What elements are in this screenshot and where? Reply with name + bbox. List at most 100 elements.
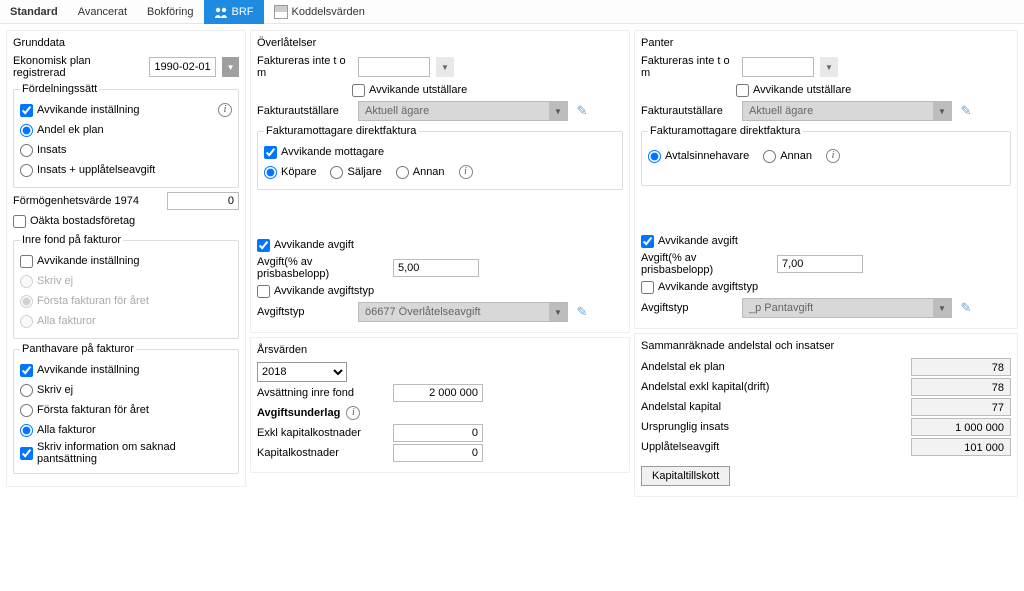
panth-saknad-label: Skriv information om saknad pantsättning bbox=[37, 441, 232, 465]
panth-skrivej-radio[interactable]: Skriv ej bbox=[20, 384, 73, 397]
panter-avgtyp-value: _p Pantavgift bbox=[743, 302, 933, 314]
overlat-avvikmott-check[interactable]: Avvikande mottagare bbox=[264, 146, 384, 159]
samman-title: Sammanräknade andelstal och insatser bbox=[641, 338, 1011, 356]
edit-icon[interactable] bbox=[958, 103, 974, 119]
overlat-avgtyp-combo: ö6677 Överlåtelseavgift ▼ bbox=[358, 302, 568, 322]
overlat-saljare-radio[interactable]: Säljare bbox=[330, 166, 381, 179]
tab-standard[interactable]: Standard bbox=[0, 0, 68, 24]
overlat-annan-radio[interactable]: Annan bbox=[396, 166, 445, 179]
panter-avviktyp-label: Avvikande avgiftstyp bbox=[658, 281, 758, 293]
panter-avtals-radio[interactable]: Avtalsinnehavare bbox=[648, 150, 749, 163]
edit-icon[interactable] bbox=[574, 304, 590, 320]
overlat-avgtyp-label: Avgiftstyp bbox=[257, 306, 352, 318]
inrefond-skrivej-label: Skriv ej bbox=[37, 275, 73, 287]
info-icon[interactable] bbox=[346, 406, 360, 420]
fordel-insatsuppl-label: Insats + upplåtelseavgift bbox=[37, 164, 155, 176]
overlat-avviktyp-check[interactable]: Avvikande avgiftstyp bbox=[257, 285, 374, 298]
panter-faktinte-date[interactable] bbox=[742, 57, 814, 77]
fordel-insats-radio[interactable]: Insats bbox=[20, 144, 66, 157]
panter-avviktyp-check[interactable]: Avvikande avgiftstyp bbox=[641, 281, 758, 294]
arsv-underlag-label: Avgiftsunderlag bbox=[257, 407, 340, 419]
samman-uppl-value: 101 000 bbox=[911, 438, 1011, 456]
arsv-exklkap-input[interactable] bbox=[393, 424, 483, 442]
plan-label: Ekonomisk plan registrerad bbox=[13, 55, 137, 79]
panter-faktutst-label: Fakturautställare bbox=[641, 105, 736, 117]
inrefond-skrivej-radio: Skriv ej bbox=[20, 275, 73, 288]
samman-ekplan-value: 78 bbox=[911, 358, 1011, 376]
panter-avvikavg-check[interactable]: Avvikande avgift bbox=[641, 235, 738, 248]
edit-icon[interactable] bbox=[574, 103, 590, 119]
tab-koddelsvarden[interactable]: Koddelsvärden bbox=[264, 0, 375, 24]
info-icon[interactable] bbox=[459, 165, 473, 179]
chevron-down-icon: ▼ bbox=[549, 303, 567, 321]
overlat-faktutst-value: Aktuell ägare bbox=[359, 105, 549, 117]
plan-date-picker-icon[interactable]: ▼ bbox=[222, 57, 239, 77]
arsv-year-select[interactable]: 2018 bbox=[257, 362, 347, 382]
panter-title: Panter bbox=[641, 35, 1011, 53]
panter-avvikutst-check[interactable]: Avvikande utställare bbox=[736, 84, 851, 97]
panter-annan-radio[interactable]: Annan bbox=[763, 150, 812, 163]
overlat-avgiftpb-label: Avgift(% av prisbasbelopp) bbox=[257, 256, 387, 280]
samman-section: Sammanräknade andelstal och insatser And… bbox=[634, 333, 1018, 497]
overlat-avgift-input[interactable] bbox=[393, 259, 479, 277]
inrefond-alla-label: Alla fakturor bbox=[37, 315, 96, 327]
panth-forsta-radio[interactable]: Första fakturan för året bbox=[20, 404, 149, 417]
overlat-faktmott-fieldset: Fakturamottagare direktfaktura Avvikande… bbox=[257, 125, 623, 190]
kapitaltillskott-button[interactable]: Kapitaltillskott bbox=[641, 466, 730, 486]
panter-faktinte-picker-icon[interactable]: ▼ bbox=[820, 57, 838, 77]
fordel-andel-label: Andel ek plan bbox=[37, 124, 104, 136]
overlat-faktinte-picker-icon[interactable]: ▼ bbox=[436, 57, 454, 77]
arsv-title: Årsvärden bbox=[257, 342, 623, 360]
overlat-faktinte-date[interactable] bbox=[358, 57, 430, 77]
overlat-avviktyp-label: Avvikande avgiftstyp bbox=[274, 285, 374, 297]
panter-annan-label: Annan bbox=[780, 150, 812, 162]
tab-brf[interactable]: BRF bbox=[204, 0, 264, 24]
fordelningssatt-fieldset: Fördelningssätt Avvikande inställning An… bbox=[13, 83, 239, 188]
panter-faktutst-combo: Aktuell ägare ▼ bbox=[742, 101, 952, 121]
overlat-saljare-label: Säljare bbox=[347, 166, 381, 178]
overlat-faktinte-label: Faktureras inte t o m bbox=[257, 55, 352, 79]
panter-avvikutst-label: Avvikande utställare bbox=[753, 84, 851, 96]
tab-bokforing[interactable]: Bokföring bbox=[137, 0, 203, 24]
panth-alla-radio[interactable]: Alla fakturor bbox=[20, 424, 96, 437]
arsv-exklkap-label: Exkl kapitalkostnader bbox=[257, 427, 387, 439]
overlatelser-section: Överlåtelser Faktureras inte t o m ▼ Avv… bbox=[250, 30, 630, 333]
arsv-kap-input[interactable] bbox=[393, 444, 483, 462]
panter-avtals-label: Avtalsinnehavare bbox=[665, 150, 749, 162]
info-icon[interactable] bbox=[218, 103, 232, 117]
samman-ekplan-label: Andelstal ek plan bbox=[641, 361, 781, 373]
panter-avvikavg-label: Avvikande avgift bbox=[658, 235, 738, 247]
panter-avgiftpb-label: Avgift(% av prisbasbelopp) bbox=[641, 252, 771, 276]
formogen-input[interactable] bbox=[167, 192, 239, 210]
plan-date[interactable]: 1990-02-01 bbox=[149, 57, 217, 77]
panter-avgtyp-label: Avgiftstyp bbox=[641, 302, 736, 314]
oakta-check[interactable]: Oäkta bostadsföretag bbox=[13, 215, 135, 228]
tab-avancerat[interactable]: Avancerat bbox=[68, 0, 137, 24]
panth-saknad-check[interactable]: Skriv information om saknad pantsättning bbox=[20, 441, 232, 465]
panth-avvik-check[interactable]: Avvikande inställning bbox=[20, 364, 140, 377]
samman-urspr-label: Ursprunglig insats bbox=[641, 421, 781, 433]
panter-avgift-input[interactable] bbox=[777, 255, 863, 273]
panthavare-fieldset: Panthavare på fakturor Avvikande inställ… bbox=[13, 343, 239, 474]
overlat-annan-label: Annan bbox=[413, 166, 445, 178]
overlat-avvikutst-check[interactable]: Avvikande utställare bbox=[352, 84, 467, 97]
panth-skrivej-label: Skriv ej bbox=[37, 384, 73, 396]
overlat-kopare-radio[interactable]: Köpare bbox=[264, 166, 316, 179]
samman-exkldrift-value: 78 bbox=[911, 378, 1011, 396]
inrefond-avvik-label: Avvikande inställning bbox=[37, 255, 140, 267]
panter-avgtyp-combo: _p Pantavgift ▼ bbox=[742, 298, 952, 318]
grunddata-section: Grunddata Ekonomisk plan registrerad 199… bbox=[6, 30, 246, 487]
brf-icon bbox=[214, 5, 228, 19]
tab-brf-label: BRF bbox=[232, 0, 254, 24]
panter-faktmott-fieldset: Fakturamottagare direktfaktura Avtalsinn… bbox=[641, 125, 1011, 186]
overlat-avvikavg-check[interactable]: Avvikande avgift bbox=[257, 239, 354, 252]
info-icon[interactable] bbox=[826, 149, 840, 163]
fordel-insatsuppl-radio[interactable]: Insats + upplåtelseavgift bbox=[20, 164, 155, 177]
fordel-andel-radio[interactable]: Andel ek plan bbox=[20, 124, 104, 137]
chevron-down-icon: ▼ bbox=[549, 102, 567, 120]
fordel-avvik-check[interactable]: Avvikande inställning bbox=[20, 104, 140, 117]
samman-kapital-value: 77 bbox=[911, 398, 1011, 416]
edit-icon[interactable] bbox=[958, 300, 974, 316]
arsv-avsinre-input[interactable] bbox=[393, 384, 483, 402]
inrefond-avvik-check[interactable]: Avvikande inställning bbox=[20, 255, 140, 268]
